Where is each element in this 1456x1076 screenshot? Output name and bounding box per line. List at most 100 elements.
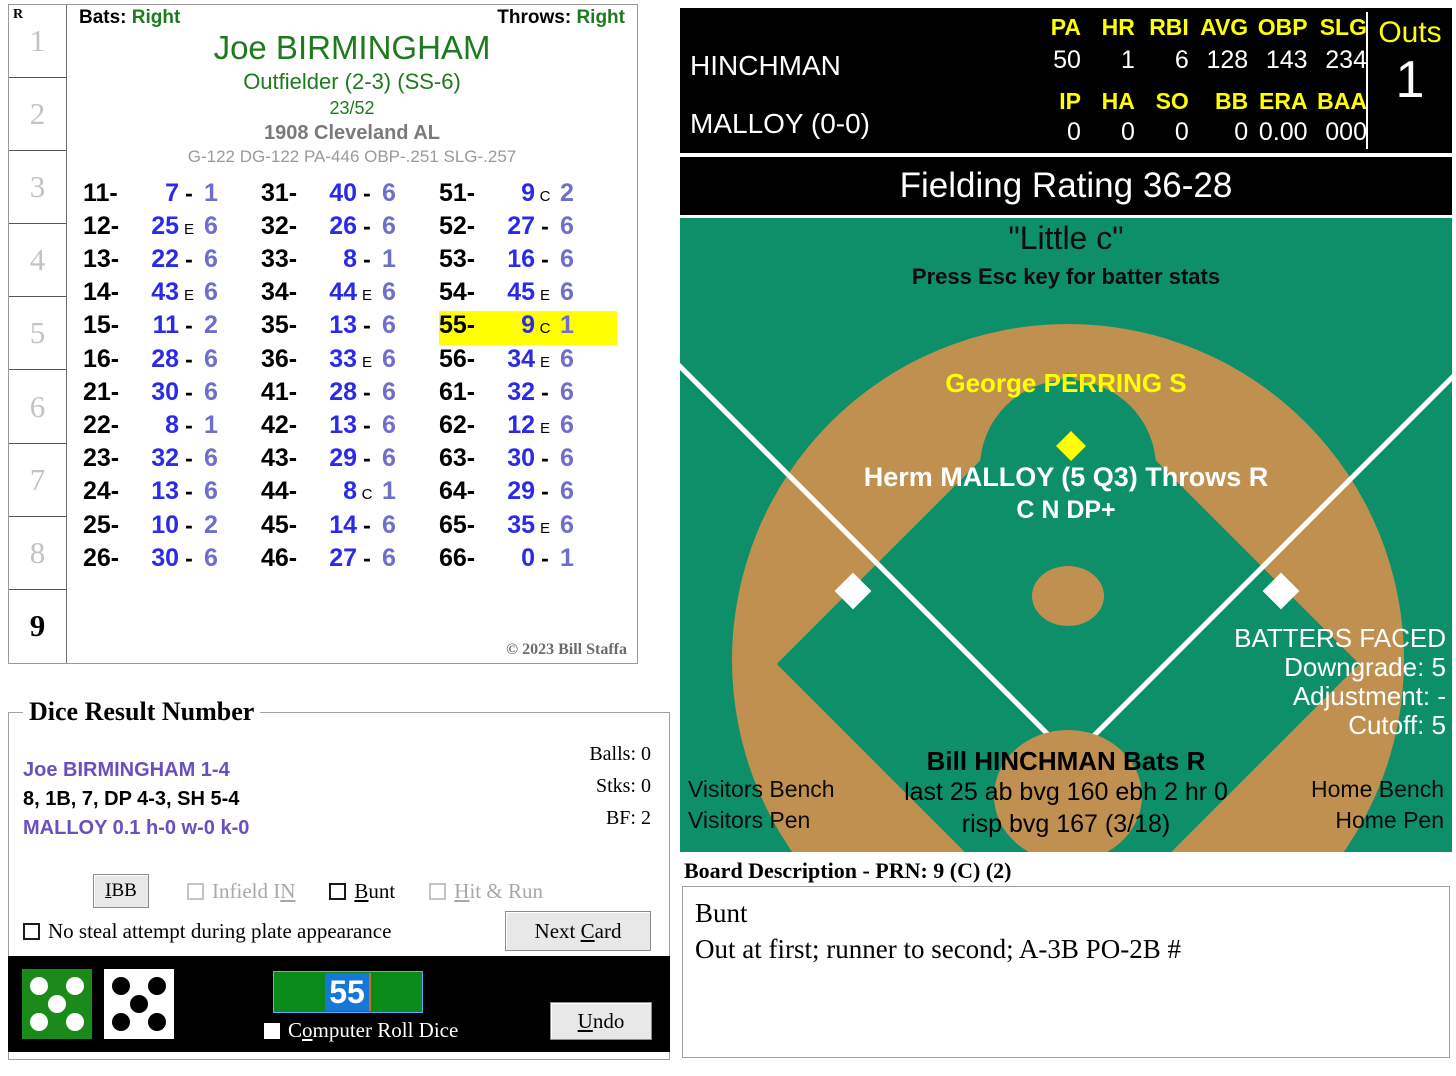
dice-result-row[interactable]: 55- 9 C 1 — [439, 311, 617, 345]
dice-result-row[interactable]: 41- 28-6 — [261, 378, 439, 411]
inning-cell-5[interactable]: 5 — [9, 297, 66, 371]
dice-roll-key: 34- — [261, 278, 298, 307]
dice-result-row[interactable]: 46- 27-6 — [261, 544, 439, 577]
dice-roll-key: 56- — [439, 344, 476, 373]
dice-roll-key: 24- — [83, 477, 120, 506]
dice-result-rating: 1 — [560, 311, 574, 340]
dice-result-row[interactable]: 15- 11-2 — [83, 311, 261, 344]
inning-cell-7[interactable]: 7 — [9, 444, 66, 517]
cutoff-value: Cutoff: 5 — [1348, 710, 1446, 741]
dice-result-rating: 6 — [560, 444, 574, 473]
dice-result-flag: E — [361, 287, 372, 305]
dice-roll-key: 32- — [261, 211, 298, 240]
dice-result-number: 26 — [329, 211, 357, 240]
bats-value: Right — [131, 7, 181, 28]
dice-result-row[interactable]: 32- 26-6 — [261, 212, 439, 245]
bats-group: Bats: Right — [79, 7, 180, 29]
dice-result-row[interactable]: 35- 13-6 — [261, 311, 439, 344]
ibb-button[interactable]: I BB — [93, 874, 149, 908]
infield-in-checkbox-item[interactable]: Infield IN — [187, 879, 295, 904]
dice-result-flag: E — [539, 353, 550, 371]
dice-result-row[interactable]: 14- 43 E 6 — [83, 278, 261, 311]
dice-result-row[interactable]: 34- 44 E 6 — [261, 278, 439, 311]
dice-result-row[interactable]: 43- 29-6 — [261, 444, 439, 477]
dice-result-row[interactable]: 11- 7-1 — [83, 179, 261, 212]
dice-result-number: 28 — [151, 344, 179, 373]
home-pen-link[interactable]: Home Pen — [1311, 805, 1444, 836]
dice-result-row[interactable]: 21- 30-6 — [83, 378, 261, 411]
batter-stat-value-4: 143 — [1265, 46, 1308, 74]
dice-result-row[interactable]: 42- 13-6 — [261, 411, 439, 444]
die-two[interactable] — [104, 969, 174, 1039]
dice-result-row[interactable]: 44- 8 C 1 — [261, 477, 439, 510]
dice-result-row[interactable]: 56- 34 E 6 — [439, 345, 617, 378]
dice-result-number: 9 — [521, 178, 535, 207]
dice-result-flag: - — [185, 445, 193, 472]
dice-result-row[interactable]: 65- 35 E 6 — [439, 511, 617, 544]
batters-faced-count: BF: 2 — [605, 807, 651, 829]
pitcher-name[interactable]: Herm MALLOY (5 Q3) Throws R — [680, 462, 1452, 493]
outs-label: Outs — [1378, 16, 1442, 49]
current-batter-name[interactable]: Bill HINCHMAN Bats R — [680, 746, 1452, 777]
inning-cell-2[interactable]: 2 — [9, 78, 66, 152]
dice-result-row[interactable]: 23- 32-6 — [83, 444, 261, 477]
die-one[interactable] — [22, 969, 92, 1039]
dice-result-row[interactable]: 52- 27-6 — [439, 212, 617, 245]
dice-roll-key: 54- — [439, 278, 476, 307]
dice-roll-key: 51- — [439, 178, 476, 207]
baseball-field[interactable]: "Little c" Press Esc key for batter stat… — [680, 218, 1452, 852]
undo-button[interactable]: Undo — [550, 1002, 652, 1040]
inning-cell-3[interactable]: 3 — [9, 151, 66, 225]
dice-result-rating: 6 — [382, 211, 396, 240]
computer-roll-dice-checkbox[interactable] — [264, 1022, 280, 1039]
visitors-bench-link[interactable]: Visitors Bench — [688, 774, 835, 805]
dice-result-row[interactable]: 12- 25 E 6 — [83, 212, 261, 245]
throws-value: Right — [576, 7, 625, 28]
fielding-rating-banner: Fielding Rating 36-28 — [680, 157, 1452, 215]
bunt-checkbox[interactable] — [329, 882, 347, 900]
hit-and-run-checkbox[interactable] — [429, 882, 447, 900]
dice-result-row[interactable]: 53- 16-6 — [439, 245, 617, 278]
no-steal-checkbox-item[interactable]: No steal attempt during plate appearance — [23, 919, 391, 944]
computer-roll-dice-checkbox-item[interactable]: Computer Roll Dice — [264, 1018, 458, 1043]
dice-result-row[interactable]: 24- 13-6 — [83, 477, 261, 510]
dice-result-row[interactable]: 54- 45 E 6 — [439, 278, 617, 311]
visitors-pen-link[interactable]: Visitors Pen — [688, 805, 835, 836]
dice-result-row[interactable]: 51- 9 C 2 — [439, 179, 617, 212]
dice-result-number: 0 — [521, 543, 535, 572]
dice-result-row[interactable]: 64- 29-6 — [439, 477, 617, 510]
dice-result-row[interactable]: 36- 33 E 6 — [261, 345, 439, 378]
inning-cell-9[interactable]: 9 — [9, 590, 66, 663]
dice-result-row[interactable]: 16- 28-6 — [83, 345, 261, 378]
infield-in-checkbox[interactable] — [187, 882, 204, 900]
dice-result-row[interactable]: 45- 14-6 — [261, 511, 439, 544]
dice-result-row[interactable]: 63- 30-6 — [439, 444, 617, 477]
dice-result-rating: 1 — [204, 410, 218, 439]
dice-result-row[interactable]: 13- 22-6 — [83, 245, 261, 278]
dice-result-row[interactable]: 25- 10-2 — [83, 511, 261, 544]
dice-result-row[interactable]: 33- 8-1 — [261, 245, 439, 278]
dice-result-row[interactable]: 61- 32-6 — [439, 378, 617, 411]
dice-result-input[interactable]: 55 — [273, 971, 423, 1013]
player-card-body: Bats: Right Throws: Right Joe BIRMINGHAM… — [67, 5, 637, 663]
inning-cell-6[interactable]: 6 — [9, 370, 66, 444]
dice-result-row[interactable]: 62- 12 E 6 — [439, 411, 617, 444]
dice-result-row[interactable]: 22- 8-1 — [83, 411, 261, 444]
dice-result-row[interactable]: 66- 0-1 — [439, 544, 617, 577]
inning-cell-8[interactable]: 8 — [9, 517, 66, 590]
home-bench-link[interactable]: Home Bench — [1311, 774, 1444, 805]
bunt-checkbox-item[interactable]: Bunt — [329, 879, 395, 904]
dice-result-row[interactable]: 26- 30-6 — [83, 544, 261, 577]
dice-result-flag: - — [541, 544, 549, 571]
next-card-button[interactable]: Next Card — [505, 911, 651, 951]
shortstop-name[interactable]: George PERRING S — [680, 368, 1452, 399]
throws-group: Throws: Right — [497, 7, 625, 29]
dice-result-flag: - — [363, 411, 371, 438]
hit-and-run-checkbox-item[interactable]: Hit & Run — [429, 879, 543, 904]
no-steal-checkbox[interactable] — [23, 923, 40, 940]
dice-result-row[interactable]: 31- 40-6 — [261, 179, 439, 212]
dice-roll-key: 26- — [83, 543, 120, 572]
adjustment-value: Adjustment: - — [1292, 681, 1446, 712]
inning-cell-4[interactable]: 4 — [9, 224, 66, 298]
dice-result-rating: 6 — [382, 344, 396, 373]
